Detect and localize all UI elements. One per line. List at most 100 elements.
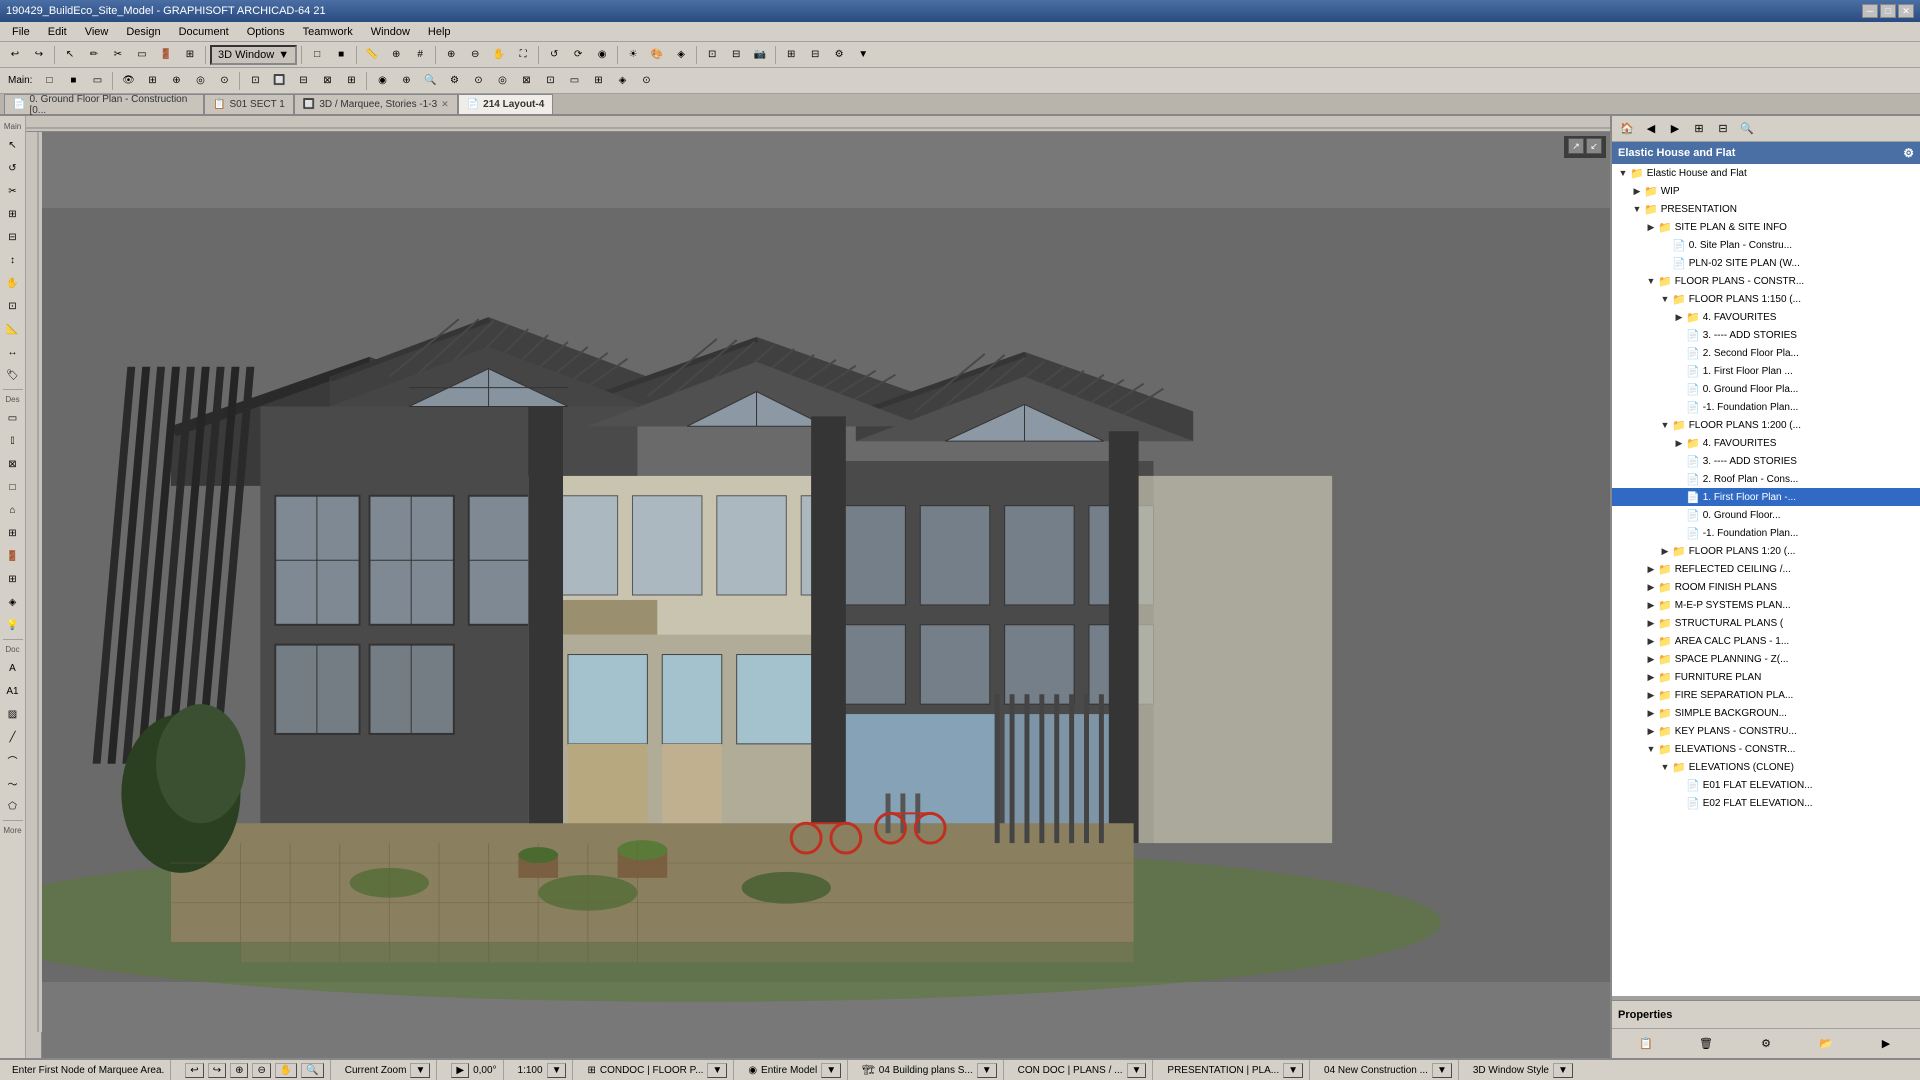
nav-forward-btn[interactable]: ▶ xyxy=(1664,118,1686,140)
arc-tool[interactable]: ⌒ xyxy=(2,749,24,771)
pencil-tool[interactable]: ✏ xyxy=(83,44,105,66)
expand-favs2[interactable]: ▶ xyxy=(1672,436,1686,450)
arrow-tool[interactable]: ↖ xyxy=(59,44,81,66)
tree-site-plan-cons[interactable]: 📄 0. Site Plan - Constru... xyxy=(1612,236,1920,254)
tree-fire-separation[interactable]: ▶ 📁 FIRE SEPARATION PLA... xyxy=(1612,686,1920,704)
view-ctrl-1[interactable]: ↗ xyxy=(1568,138,1584,154)
tab-3d[interactable]: 🔲 3D / Marquee, Stories -1-3 ✕ xyxy=(294,94,458,114)
tree-e02[interactable]: 📄 E02 FLAT ELEVATION... xyxy=(1612,794,1920,812)
expand-str[interactable]: ▶ xyxy=(1644,616,1658,630)
opt-btn7[interactable]: ⊠ xyxy=(515,70,537,92)
box-tool[interactable]: □ xyxy=(306,44,328,66)
view-btn2[interactable]: ⊞ xyxy=(141,70,163,92)
roof-tool[interactable]: ⌂ xyxy=(2,499,24,521)
slab-tool[interactable]: □ xyxy=(2,476,24,498)
stair-tool[interactable]: ⊞ xyxy=(2,522,24,544)
undo-btn[interactable]: ↩ xyxy=(185,1063,203,1078)
nav-search-btn[interactable]: 🔍 xyxy=(1736,118,1758,140)
pan-sb[interactable]: ✋ xyxy=(275,1063,297,1078)
edit-tool[interactable]: ✂ xyxy=(107,44,129,66)
line-tool[interactable]: ╱ xyxy=(2,726,24,748)
redo-btn[interactable]: ↪ xyxy=(28,44,50,66)
light-btn[interactable]: ☀ xyxy=(622,44,644,66)
offset-tool[interactable]: ⊞ xyxy=(2,203,24,225)
nav-expand-btn[interactable]: ⊞ xyxy=(1688,118,1710,140)
tree-favs2[interactable]: ▶ 📁 4. FAVOURITES xyxy=(1612,434,1920,452)
close-button[interactable]: ✕ xyxy=(1898,4,1914,18)
tree-view[interactable]: ▼ 📁 Elastic House and Flat ▶ 📁 WIP ▼ 📁 P… xyxy=(1612,164,1920,996)
tree-floor-plans-cons[interactable]: ▼ 📁 FLOOR PLANS - CONSTR... xyxy=(1612,272,1920,290)
opt-btn6[interactable]: ◎ xyxy=(491,70,513,92)
beam-tool[interactable]: ⊠ xyxy=(2,453,24,475)
lamp-tool[interactable]: 💡 xyxy=(2,614,24,636)
tree-foundation-1[interactable]: 📄 -1. Foundation Plan... xyxy=(1612,398,1920,416)
style-seg[interactable]: 3D Window Style ▼ xyxy=(1467,1060,1579,1080)
model-dropdown[interactable]: ▼ xyxy=(821,1063,841,1078)
nav-open-btn[interactable]: 📂 xyxy=(1815,1033,1837,1055)
expand-siteplan[interactable]: ▶ xyxy=(1644,220,1658,234)
main-tool3[interactable]: ▭ xyxy=(86,70,108,92)
scale-dropdown[interactable]: ▼ xyxy=(547,1063,567,1078)
angle-btn[interactable]: ▶ xyxy=(451,1063,469,1078)
nav-add-btn[interactable]: 📋 xyxy=(1635,1033,1657,1055)
expand-fp120[interactable]: ▶ xyxy=(1658,544,1672,558)
expand-fs[interactable]: ▶ xyxy=(1644,688,1658,702)
opt-btn12[interactable]: ⊙ xyxy=(635,70,657,92)
construction-dropdown[interactable]: ▼ xyxy=(1432,1063,1452,1078)
drag-tool[interactable]: ✋ xyxy=(2,272,24,294)
nav-btn1[interactable]: ⊡ xyxy=(244,70,266,92)
view-ctrl-2[interactable]: ↙ xyxy=(1586,138,1602,154)
menu-window[interactable]: Window xyxy=(363,24,418,40)
text-tool[interactable]: A xyxy=(2,657,24,679)
tree-favs1[interactable]: ▶ 📁 4. FAVOURITES xyxy=(1612,308,1920,326)
measure-tool[interactable]: 📐 xyxy=(2,318,24,340)
style-dropdown[interactable]: ▼ xyxy=(1553,1063,1573,1078)
presentation-dropdown[interactable]: ▼ xyxy=(1283,1063,1303,1078)
door-tool[interactable]: 🚪 xyxy=(155,44,177,66)
split-tool[interactable]: ✂ xyxy=(2,180,24,202)
window-design-tool[interactable]: ⊞ xyxy=(2,568,24,590)
menu-design[interactable]: Design xyxy=(118,24,168,40)
view-btn5[interactable]: ⊙ xyxy=(213,70,235,92)
poly-tool[interactable]: ⬠ xyxy=(2,795,24,817)
tree-pln02[interactable]: 📄 PLN-02 SITE PLAN (W... xyxy=(1612,254,1920,272)
dimension-tool[interactable]: ↔ xyxy=(2,341,24,363)
zoom-dropdown[interactable]: ▼ xyxy=(410,1063,430,1078)
layer-dropdown[interactable]: ▼ xyxy=(707,1063,727,1078)
expand-presentation[interactable]: ▼ xyxy=(1630,202,1644,216)
tab-layout[interactable]: 📄 214 Layout-4 xyxy=(458,94,554,114)
menu-edit[interactable]: Edit xyxy=(40,24,75,40)
wall-design-tool[interactable]: ▭ xyxy=(2,407,24,429)
zoom-out-btn[interactable]: ⊖ xyxy=(464,44,486,66)
object-tool[interactable]: ◈ xyxy=(2,591,24,613)
opt-btn1[interactable]: ◉ xyxy=(371,70,393,92)
view-btn3[interactable]: ⊕ xyxy=(165,70,187,92)
3d-window-button[interactable]: 3D Window ▼ xyxy=(210,45,297,65)
tab-sect[interactable]: 📋 S01 SECT 1 xyxy=(204,94,294,114)
restore-button[interactable]: □ xyxy=(1880,4,1896,18)
settings-btn[interactable]: ⚙ xyxy=(828,44,850,66)
opt-btn5[interactable]: ⊙ xyxy=(467,70,489,92)
layer-seg[interactable]: ⊞ CONDOC | FLOOR P... ▼ xyxy=(581,1060,734,1080)
grid-btn[interactable]: # xyxy=(409,44,431,66)
expand-fp1200[interactable]: ▼ xyxy=(1658,418,1672,432)
text-a1-tool[interactable]: A1 xyxy=(2,680,24,702)
nav-settings2-btn[interactable]: ⚙ xyxy=(1755,1033,1777,1055)
main-tool1[interactable]: □ xyxy=(38,70,60,92)
3d-rotate-btn[interactable]: ↺ xyxy=(543,44,565,66)
nav-collapse-btn[interactable]: ⊟ xyxy=(1712,118,1734,140)
opt-btn4[interactable]: ⚙ xyxy=(443,70,465,92)
menu-help[interactable]: Help xyxy=(420,24,459,40)
mirror-tool[interactable]: ⊟ xyxy=(2,226,24,248)
nav-delete-btn[interactable]: 🗑 xyxy=(1695,1033,1717,1055)
menu-file[interactable]: File xyxy=(4,24,38,40)
presentation-seg[interactable]: PRESENTATION | PLA... ▼ xyxy=(1161,1060,1310,1080)
nav-home-btn[interactable]: 🏠 xyxy=(1616,118,1638,140)
expand-sb[interactable]: ▶ xyxy=(1644,706,1658,720)
column-tool[interactable]: 𝕀 xyxy=(2,430,24,452)
wall-tool[interactable]: ▭ xyxy=(131,44,153,66)
tree-mep[interactable]: ▶ 📁 M-E-P SYSTEMS PLAN... xyxy=(1612,596,1920,614)
tree-elevations-clone[interactable]: ▼ 📁 ELEVATIONS (CLONE) xyxy=(1612,758,1920,776)
expand-fp1150[interactable]: ▼ xyxy=(1658,292,1672,306)
tree-ground-floor-2[interactable]: 📄 0. Ground Floor... xyxy=(1612,506,1920,524)
